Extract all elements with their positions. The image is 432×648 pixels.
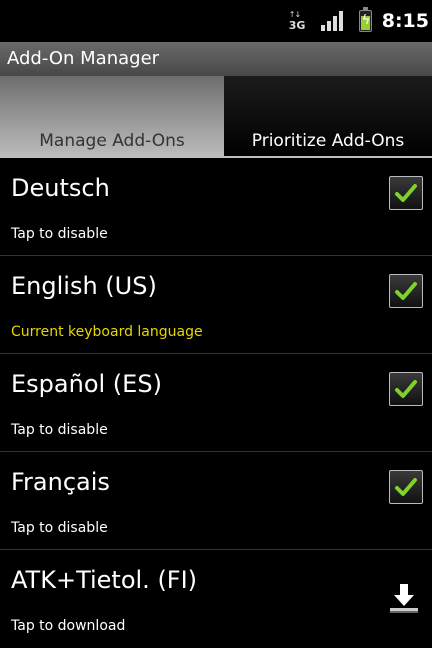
addon-status: Tap to download	[11, 618, 126, 634]
tab-manage-add-ons[interactable]: Manage Add-Ons	[0, 76, 224, 158]
tab-label: Manage Add-Ons	[39, 131, 185, 151]
enabled-checkbox[interactable]	[389, 274, 423, 308]
tab-prioritize-add-ons[interactable]: Prioritize Add-Ons	[224, 76, 432, 158]
checkmark-icon	[395, 282, 417, 300]
addon-list: Deutsch Tap to disable English (US) Curr…	[0, 158, 432, 648]
enabled-checkbox[interactable]	[389, 470, 423, 504]
addon-status: Tap to disable	[11, 422, 108, 438]
list-item-deutsch[interactable]: Deutsch Tap to disable	[0, 158, 432, 256]
addon-name: ATK+Tietol. (FI)	[11, 566, 198, 594]
checkmark-icon	[395, 478, 417, 496]
status-bar: ↑↓ 3G ϟ 8:15	[0, 0, 432, 42]
addon-name: Français	[11, 468, 110, 496]
battery-charging-icon: ϟ	[358, 7, 372, 32]
tab-bar: Manage Add-Ons Prioritize Add-Ons	[0, 76, 432, 158]
list-item-english-us[interactable]: English (US) Current keyboard language	[0, 256, 432, 354]
signal-strength-icon	[320, 11, 343, 31]
addon-name: Deutsch	[11, 174, 110, 202]
addon-name: English (US)	[11, 272, 157, 300]
window-title: Add-On Manager	[7, 48, 160, 69]
addon-name: Español (ES)	[11, 370, 162, 398]
checkmark-icon	[395, 184, 417, 202]
status-icons: ↑↓ 3G ϟ 8:15	[289, 0, 432, 42]
checkmark-icon	[395, 380, 417, 398]
addon-status: Tap to disable	[11, 226, 108, 242]
3g-data-icon: ↑↓ 3G	[288, 10, 306, 32]
clock: 8:15	[381, 10, 429, 32]
list-item-atk-tietol-fi[interactable]: ATK+Tietol. (FI) Tap to download	[0, 550, 432, 648]
addon-status: Tap to disable	[11, 520, 108, 536]
list-item-francais[interactable]: Français Tap to disable	[0, 452, 432, 550]
enabled-checkbox[interactable]	[389, 372, 423, 406]
tab-label: Prioritize Add-Ons	[251, 131, 405, 151]
list-item-espanol-es[interactable]: Español (ES) Tap to disable	[0, 354, 432, 452]
enabled-checkbox[interactable]	[389, 176, 423, 210]
download-icon[interactable]	[386, 580, 422, 616]
addon-status: Current keyboard language	[11, 324, 203, 340]
title-bar: Add-On Manager	[0, 42, 432, 76]
